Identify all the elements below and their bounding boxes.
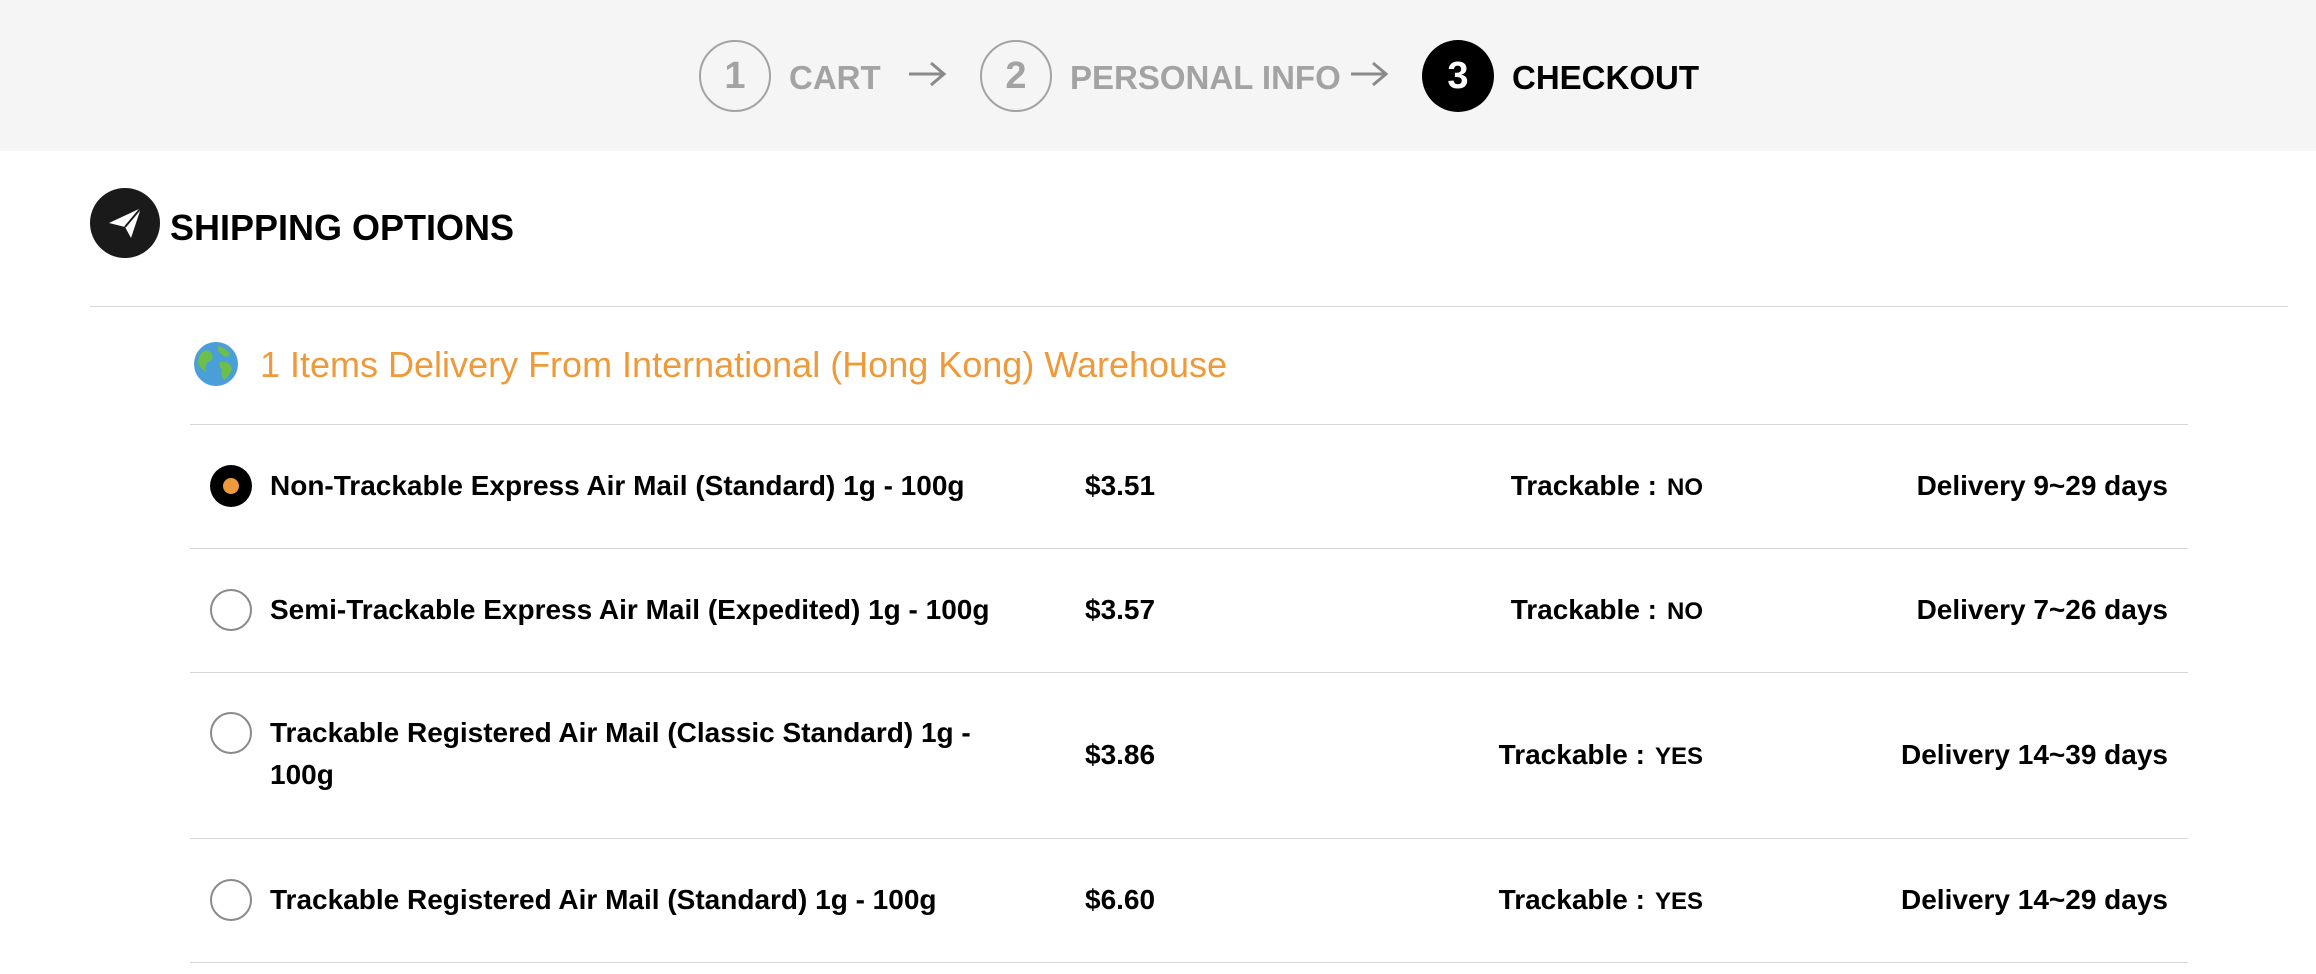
shipping-option-trackable: Trackable : NO bbox=[1511, 589, 1703, 633]
shipping-option-trackable: Trackable : NO bbox=[1511, 465, 1703, 509]
trackable-label: Trackable : bbox=[1510, 470, 1657, 501]
shipping-option-price: $3.57 bbox=[1085, 594, 1156, 625]
shipping-option-row[interactable]: Non-Trackable Express Air Mail (Standard… bbox=[190, 425, 2188, 548]
trackable-value: YES bbox=[1654, 743, 1703, 770]
shipping-option-price: $3.86 bbox=[1085, 739, 1156, 770]
trackable-value: NO bbox=[1667, 474, 1703, 501]
shipping-option-name: Trackable Registered Air Mail (Standard)… bbox=[270, 884, 937, 915]
shipping-option-trackable: Trackable : YES bbox=[1499, 879, 1703, 923]
shipping-option-row[interactable]: Semi-Trackable Express Air Mail (Expedit… bbox=[190, 549, 2188, 672]
arrow-right-icon bbox=[909, 61, 947, 87]
globe-icon bbox=[194, 342, 238, 386]
trackable-value: YES bbox=[1654, 888, 1703, 915]
shipping-option-name: Non-Trackable Express Air Mail (Standard… bbox=[270, 470, 965, 501]
shipping-options-title: SHIPPING OPTIONS bbox=[170, 207, 515, 248]
paper-plane-icon bbox=[90, 188, 160, 258]
shipping-option-radio[interactable] bbox=[210, 879, 252, 921]
section-divider bbox=[90, 306, 2288, 307]
shipping-option-delivery: Delivery 14~39 days bbox=[1901, 739, 2168, 770]
trackable-label: Trackable : bbox=[1498, 884, 1645, 915]
shipping-option-radio[interactable] bbox=[210, 589, 252, 631]
trackable-value: NO bbox=[1667, 598, 1703, 625]
shipping-option-row[interactable]: Trackable Registered Air Mail (Classic S… bbox=[190, 673, 2188, 838]
shipping-option-radio[interactable] bbox=[210, 465, 252, 507]
trackable-label: Trackable : bbox=[1510, 594, 1657, 625]
shipping-option-row[interactable]: Trackable Registered Air Mail (Standard)… bbox=[190, 839, 2188, 962]
arrow-right-icon bbox=[1351, 61, 1389, 87]
step-1-label[interactable]: CART bbox=[789, 58, 881, 98]
shipping-option-name: Trackable Registered Air Mail (Classic S… bbox=[270, 717, 971, 790]
shipping-option-trackable: Trackable : YES bbox=[1499, 734, 1703, 778]
shipping-option-delivery: Delivery 9~29 days bbox=[1916, 470, 2168, 501]
step-3-circle: 3 bbox=[1422, 40, 1494, 112]
step-3-label: CHECKOUT bbox=[1512, 59, 1699, 96]
shipping-option-delivery: Delivery 14~29 days bbox=[1901, 884, 2168, 915]
step-2-circle[interactable]: 2 bbox=[980, 40, 1052, 112]
shipping-option-delivery: Delivery 7~26 days bbox=[1916, 594, 2168, 625]
shipping-option-radio[interactable] bbox=[210, 712, 252, 754]
shipping-option-price: $6.60 bbox=[1085, 884, 1156, 915]
option-divider bbox=[190, 962, 2188, 963]
trackable-label: Trackable : bbox=[1498, 739, 1645, 770]
step-1-circle[interactable]: 1 bbox=[699, 40, 771, 112]
shipping-option-name: Semi-Trackable Express Air Mail (Expedit… bbox=[270, 594, 990, 625]
shipping-option-price: $3.51 bbox=[1085, 470, 1156, 501]
step-2-label[interactable]: PERSONAL INFO bbox=[1070, 58, 1341, 98]
warehouse-title: 1 Items Delivery From International (Hon… bbox=[260, 344, 1228, 385]
checkout-stepper: 1 CART 2 PERSONAL INFO 3 CHECKOUT bbox=[0, 0, 2316, 151]
